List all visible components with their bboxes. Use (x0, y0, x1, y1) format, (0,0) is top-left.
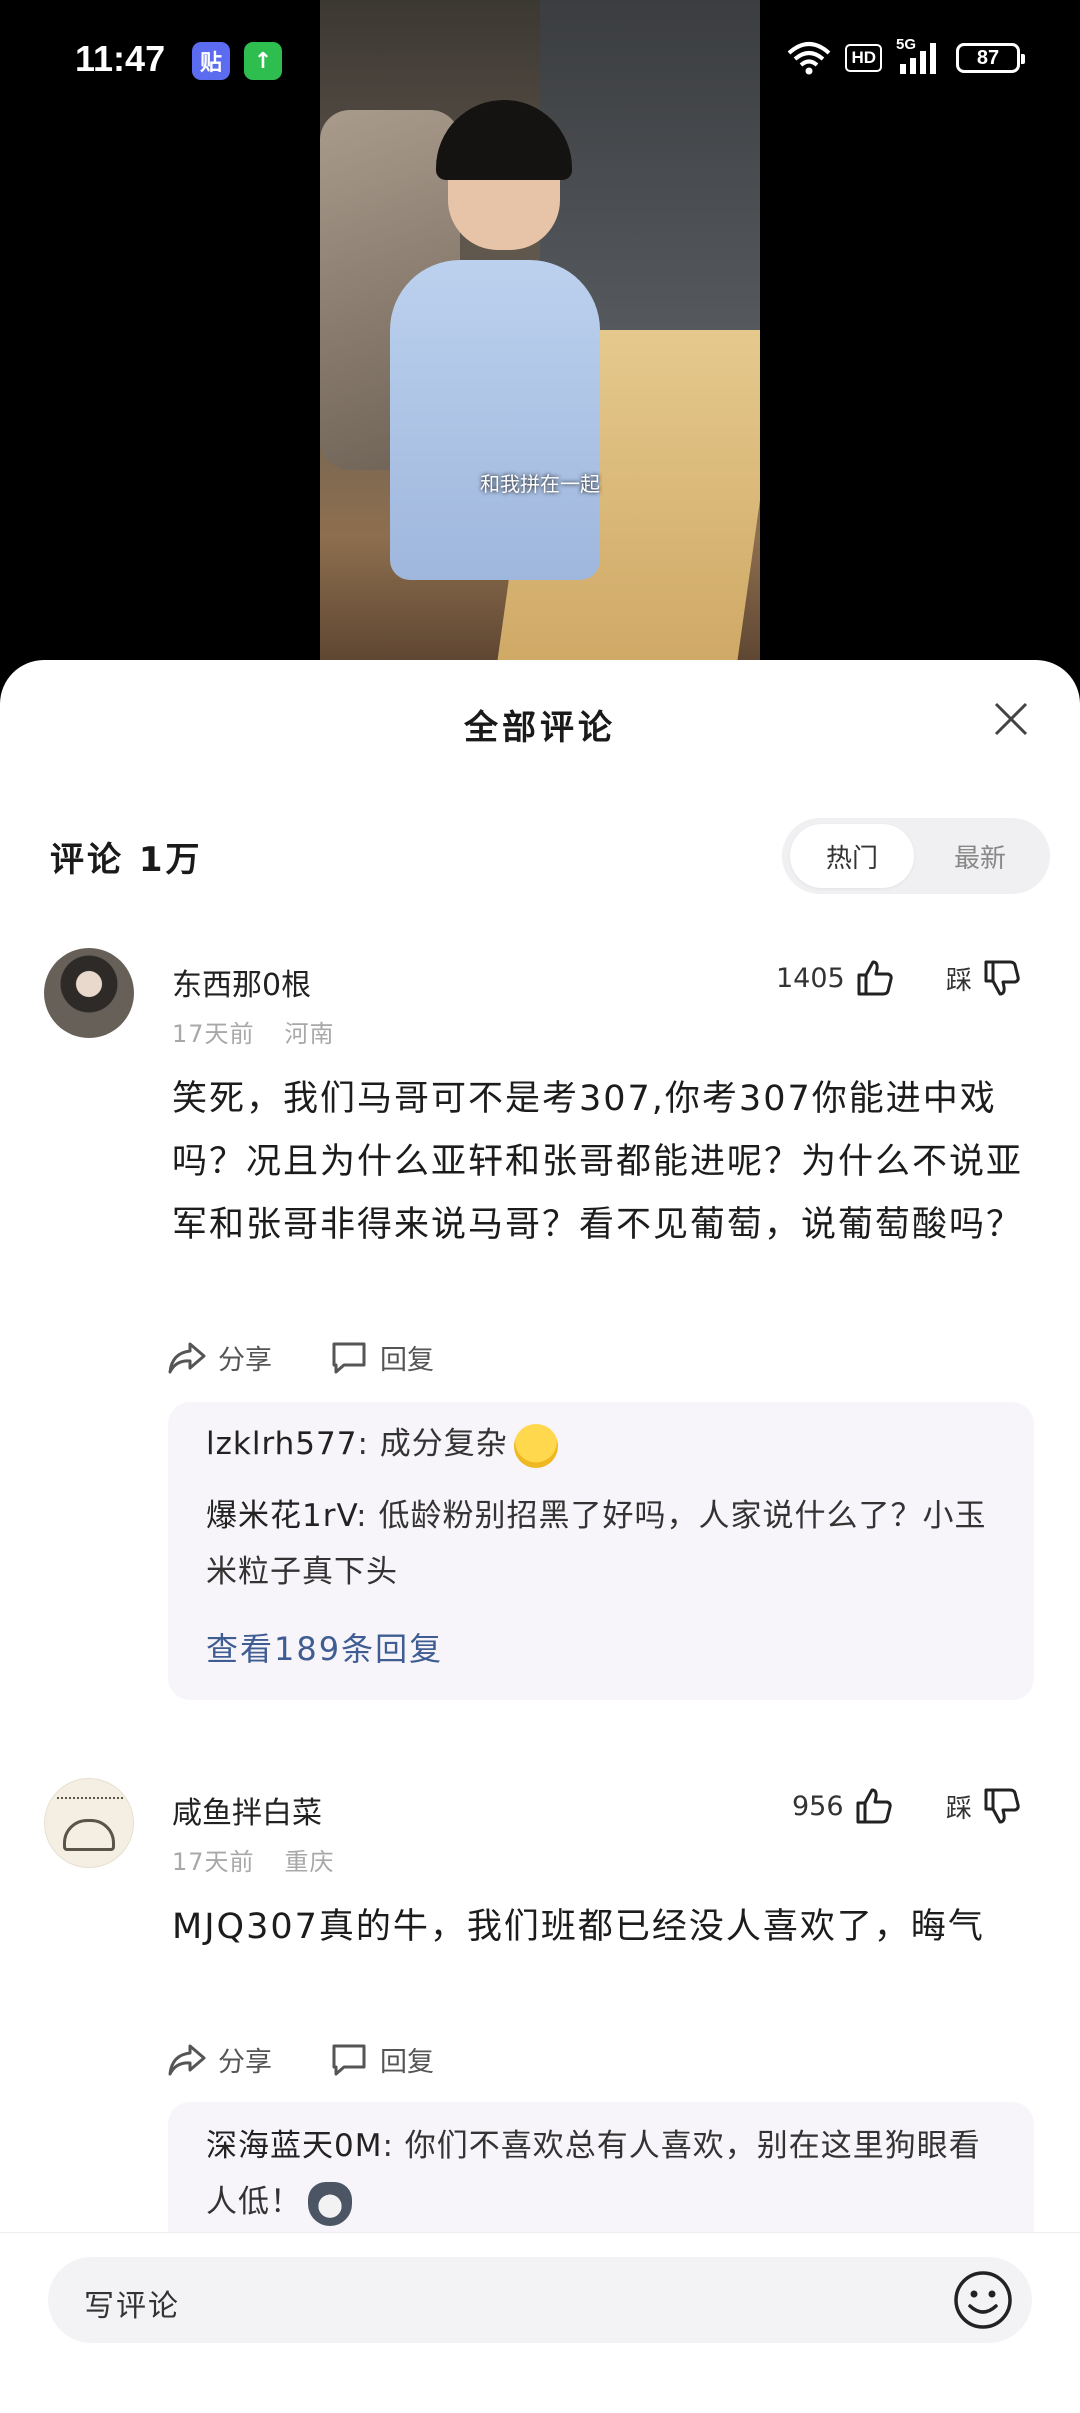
share-button[interactable]: 分享 (168, 1338, 272, 1377)
tab-hot[interactable]: 热门 (790, 824, 914, 888)
comment-meta: 17天前 重庆 (172, 1842, 335, 1877)
battery-level: 87 (976, 46, 1000, 69)
reply-text: 成分复杂 (379, 1426, 508, 1462)
comment-sheet: 全部评论 评论 1万 热门 最新 东西那0根 17天前 河南 1405 踩 笑死，… (0, 660, 1080, 2412)
comment-username[interactable]: 咸鱼拌白菜 (172, 1788, 322, 1832)
upload-app-icon: ↑ (244, 42, 282, 80)
comment-text[interactable]: 笑死，我们马哥可不是考307,你考307你能进中戏吗？况且为什么亚轩和张哥都能进… (172, 1068, 1032, 1257)
share-button[interactable]: 分享 (168, 2040, 272, 2079)
battery-icon: 87 (956, 43, 1025, 73)
status-indicators: HD 5G 87 (787, 36, 1025, 76)
signal-icon: 5G (896, 36, 942, 76)
comment-location: 重庆 (284, 1848, 335, 1876)
thumbs-up-icon (857, 960, 893, 996)
comment-bubble-icon (332, 2044, 366, 2075)
wifi-icon (788, 42, 831, 75)
comment-username[interactable]: 东西那0根 (172, 960, 311, 1004)
like-count: 956 (792, 1790, 844, 1822)
fearful-face-icon (513, 1423, 558, 1468)
reply-item[interactable]: lzklrh577: 成分复杂 (206, 1416, 996, 1472)
like-count: 1405 (776, 962, 845, 994)
comment-time: 17天前 (172, 1020, 255, 1048)
husky-dog-icon (308, 2181, 352, 2226)
reply-button[interactable]: 回复 (330, 2040, 434, 2079)
dislike-label: 踩 (946, 965, 973, 996)
sheet-title: 全部评论 (464, 708, 616, 748)
comment-meta: 17天前 河南 (172, 1014, 335, 1049)
like-button[interactable]: 1405 (776, 958, 895, 998)
comment-text[interactable]: MJQ307真的牛，我们班都已经没人喜欢了，晦气 (172, 1896, 1032, 1959)
dislike-label: 踩 (946, 1793, 973, 1824)
reply-author[interactable]: 爆米花1rV (206, 1498, 356, 1534)
reply-author[interactable]: 深海蓝天0M (206, 2128, 382, 2164)
comment-actions: 分享 回复 (168, 2040, 492, 2079)
video-subtitle: 和我拼在一起 (480, 472, 600, 496)
emoji-icon[interactable] (952, 2269, 1014, 2331)
close-icon[interactable] (986, 694, 1036, 744)
reply-item[interactable]: 爆米花1rV: 低龄粉别招黑了好吗，人家说什么了？小玉米粒子真下头 (206, 1488, 996, 1600)
thumbs-up-icon (856, 1788, 892, 1824)
status-time: 11:47 (75, 38, 166, 79)
tab-latest[interactable]: 最新 (918, 824, 1042, 888)
comment-input[interactable]: 写评论 (48, 2257, 1032, 2343)
comment-input-placeholder: 写评论 (84, 2289, 180, 2324)
comment-input-bar: 写评论 (0, 2232, 1080, 2413)
avatar[interactable] (44, 948, 134, 1038)
notification-app-icon: 贴 (192, 42, 230, 80)
comment-actions: 分享 回复 (168, 1338, 492, 1377)
reply-label: 回复 (380, 1345, 434, 1376)
reply-preview: lzklrh577: 成分复杂 爆米花1rV: 低龄粉别招黑了好吗，人家说什么了… (168, 1402, 1034, 1700)
reply-label: 回复 (380, 2047, 434, 2078)
dislike-button[interactable]: 踩 (946, 958, 1022, 998)
thumbs-down-icon (984, 960, 1020, 996)
avatar[interactable] (44, 1778, 134, 1868)
comment-time: 17天前 (172, 1848, 255, 1876)
share-icon (168, 2044, 206, 2075)
reply-author[interactable]: lzklrh577 (206, 1426, 357, 1462)
hd-badge: HD (845, 44, 882, 72)
reply-item[interactable]: 深海蓝天0M: 你们不喜欢总有人喜欢，别在这里狗眼看人低！ (206, 2118, 996, 2230)
share-label: 分享 (218, 1345, 272, 1376)
reply-button[interactable]: 回复 (330, 1338, 434, 1377)
comment-count: 评论 1万 (50, 840, 203, 880)
share-label: 分享 (218, 2047, 272, 2078)
comment-location: 河南 (284, 1020, 335, 1048)
comment-bubble-icon (332, 1342, 366, 1373)
like-button[interactable]: 956 (792, 1786, 894, 1826)
share-icon (168, 1342, 206, 1373)
dislike-button[interactable]: 踩 (946, 1786, 1022, 1826)
view-more-replies[interactable]: 查看189条回复 (206, 1624, 443, 1670)
status-bar: 11:47 贴 ↑ HD 5G 87 (0, 0, 1080, 120)
thumbs-down-icon (984, 1788, 1020, 1824)
sort-toggle: 热门 最新 (782, 818, 1050, 894)
